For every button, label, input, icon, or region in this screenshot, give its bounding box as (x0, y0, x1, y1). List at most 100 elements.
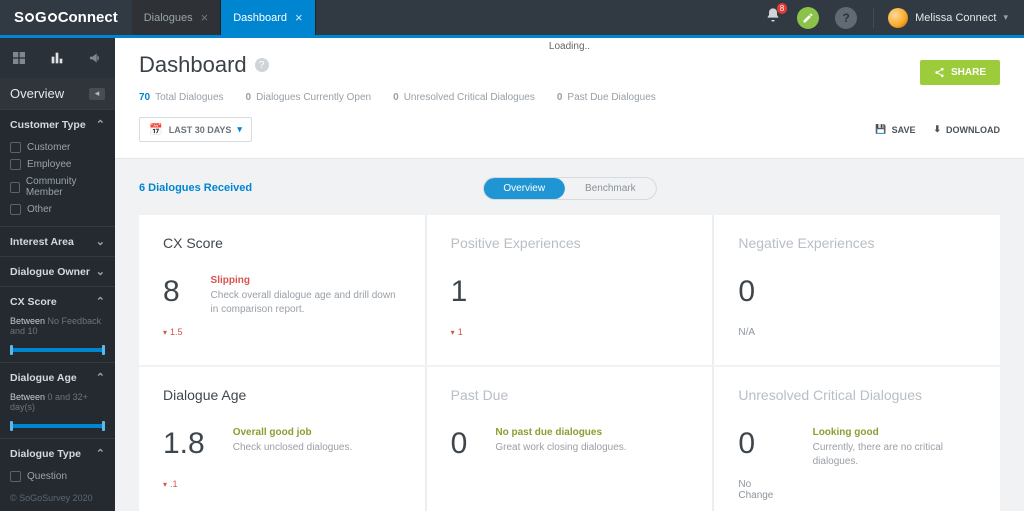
card-title: Unresolved Critical Dialogues (738, 387, 976, 403)
brand-mid: G (35, 9, 47, 26)
toggle-benchmark[interactable]: Benchmark (565, 178, 656, 199)
facet-label: Dialogue Age (10, 372, 77, 384)
download-button[interactable]: ⬇DOWNLOAD (933, 124, 1000, 135)
brand-logo[interactable]: SG Connect (0, 0, 132, 35)
checkbox-customer[interactable]: Customer (10, 139, 105, 156)
sidebar-overview-header[interactable]: Overview ◂ (0, 78, 115, 109)
card-positive-experiences[interactable]: Positive Experiences 1 ▾1 (427, 215, 713, 365)
tab-label: Dashboard (233, 12, 287, 24)
card-msg-head: Overall good job (233, 427, 353, 438)
facet-header[interactable]: Interest Area ⌄ (0, 227, 115, 256)
facet-label: Dialogue Type (10, 448, 81, 460)
facet-interest-area: Interest Area ⌄ (0, 226, 115, 256)
sidebar-title: Overview (10, 86, 64, 101)
help-icon[interactable]: ? (835, 7, 857, 29)
tab-dashboard[interactable]: Dashboard × (221, 0, 315, 35)
card-unresolved-critical[interactable]: Unresolved Critical Dialogues 0 No Chang… (714, 367, 1000, 511)
card-past-due[interactable]: Past Due 0 No past due dialogues Great w… (427, 367, 713, 511)
chevron-up-icon: ⌃ (96, 447, 105, 460)
chart-icon[interactable] (48, 49, 66, 67)
sidebar-footer: © SoGoSurvey 2020 (0, 485, 115, 511)
checkbox-question[interactable]: Question (10, 468, 105, 485)
stat-unresolved-critical[interactable]: 0Unresolved Critical Dialogues (393, 92, 535, 103)
user-menu[interactable]: Melissa Connect ▾ (873, 8, 1008, 28)
stats-row: 70Total Dialogues 0Dialogues Currently O… (139, 92, 1000, 103)
stat-currently-open[interactable]: 0Dialogues Currently Open (246, 92, 372, 103)
facet-dialogue-age: Dialogue Age ⌃ Between 0 and 32+ day(s) (0, 362, 115, 428)
card-value: 0 (738, 427, 784, 461)
card-na: N/A (738, 327, 755, 338)
chevron-down-icon: ⌄ (96, 235, 105, 248)
date-range-filter[interactable]: 📅 LAST 30 DAYS ▾ (139, 117, 252, 142)
card-value: 0 (738, 275, 755, 309)
card-msg-body: Great work closing dialogues. (495, 441, 626, 455)
toggle-overview[interactable]: Overview (483, 178, 565, 199)
stat-total-dialogues[interactable]: 70Total Dialogues (139, 92, 224, 103)
card-msg-head: No past due dialogues (495, 427, 626, 438)
create-button[interactable] (797, 7, 819, 29)
help-icon[interactable]: ? (255, 58, 269, 72)
page-header: Loading.. Dashboard ? SHARE 70Total Dial… (115, 38, 1024, 159)
avatar (888, 8, 908, 28)
tab-label: Dialogues (144, 12, 193, 24)
facet-header[interactable]: CX Score ⌃ (0, 287, 115, 316)
download-icon: ⬇ (933, 124, 941, 135)
card-cx-score[interactable]: CX Score 8 ▾1.5 Slipping Check overall d… (139, 215, 425, 365)
stat-past-due[interactable]: 0Past Due Dialogues (557, 92, 656, 103)
facet-header[interactable]: Dialogue Owner ⌄ (0, 257, 115, 286)
card-value: 0 (451, 427, 468, 461)
tabs-strip: Dialogues × Dashboard × (132, 0, 749, 35)
notifications-icon[interactable]: 8 (765, 7, 781, 28)
card-title: CX Score (163, 235, 401, 251)
checkbox-other[interactable]: Other (10, 201, 105, 218)
chevron-up-icon: ⌃ (96, 118, 105, 131)
page-title: Dashboard (139, 52, 247, 78)
share-button[interactable]: SHARE (920, 60, 1000, 85)
facet-label: CX Score (10, 296, 57, 308)
card-dialogue-age[interactable]: Dialogue Age 1.8 ▾.1 Overall good job Ch… (139, 367, 425, 511)
cards-row-1: CX Score 8 ▾1.5 Slipping Check overall d… (139, 215, 1000, 365)
checkbox-employee[interactable]: Employee (10, 156, 105, 173)
card-msg-body: Currently, there are no critical dialogu… (813, 441, 976, 469)
card-negative-experiences[interactable]: Negative Experiences 0 N/A (714, 215, 1000, 365)
card-title: Past Due (451, 387, 689, 403)
cx-score-slider[interactable] (10, 348, 105, 352)
megaphone-icon[interactable] (87, 49, 105, 67)
tab-dialogues[interactable]: Dialogues × (132, 0, 222, 35)
card-value: 1 (451, 275, 468, 309)
delta-down: ▾1.5 (163, 327, 183, 337)
facet-header[interactable]: Dialogue Age ⌃ (0, 363, 115, 392)
facet-header[interactable]: Dialogue Type ⌃ (0, 439, 115, 468)
arrow-down-icon: ▾ (163, 480, 167, 489)
card-nochange: No Change (738, 479, 784, 501)
calendar-icon: 📅 (149, 123, 163, 136)
delta-down: ▾1 (451, 327, 468, 337)
topbar-right: 8 ? Melissa Connect ▾ (749, 0, 1024, 35)
close-icon[interactable]: × (295, 10, 303, 25)
checkbox-community-member[interactable]: Community Member (10, 173, 105, 201)
close-icon[interactable]: × (201, 10, 209, 25)
delta-down: ▾.1 (163, 479, 205, 489)
facet-dialogue-type: Dialogue Type ⌃ Question Comment Suggest… (0, 438, 115, 485)
sidebar-view-switch (0, 38, 115, 78)
facet-label: Customer Type (10, 119, 86, 131)
facet-header[interactable]: Customer Type ⌃ (0, 110, 115, 139)
facet-customer-type: Customer Type ⌃ Customer Employee Commun… (0, 109, 115, 226)
user-name: Melissa Connect (915, 12, 996, 24)
save-button[interactable]: 💾SAVE (875, 124, 915, 135)
brand-prefix: S (14, 9, 24, 26)
dialogue-age-slider[interactable] (10, 424, 105, 428)
card-msg-head: Looking good (813, 427, 976, 438)
brand-o-icon (48, 13, 57, 22)
collapse-icon[interactable]: ◂ (89, 88, 105, 100)
view-toggle: Overview Benchmark (482, 177, 656, 200)
card-msg-body: Check unclosed dialogues. (233, 441, 353, 455)
brand-suffix: Connect (58, 9, 118, 26)
grid-icon[interactable] (10, 49, 28, 67)
chevron-up-icon: ⌃ (96, 295, 105, 308)
card-title: Negative Experiences (738, 235, 976, 251)
dialogues-received[interactable]: 6 Dialogues Received (139, 182, 252, 194)
notification-badge: 8 (777, 3, 787, 14)
sidebar: Overview ◂ Customer Type ⌃ Customer Empl… (0, 38, 115, 511)
card-msg-head: Slipping (211, 275, 401, 286)
